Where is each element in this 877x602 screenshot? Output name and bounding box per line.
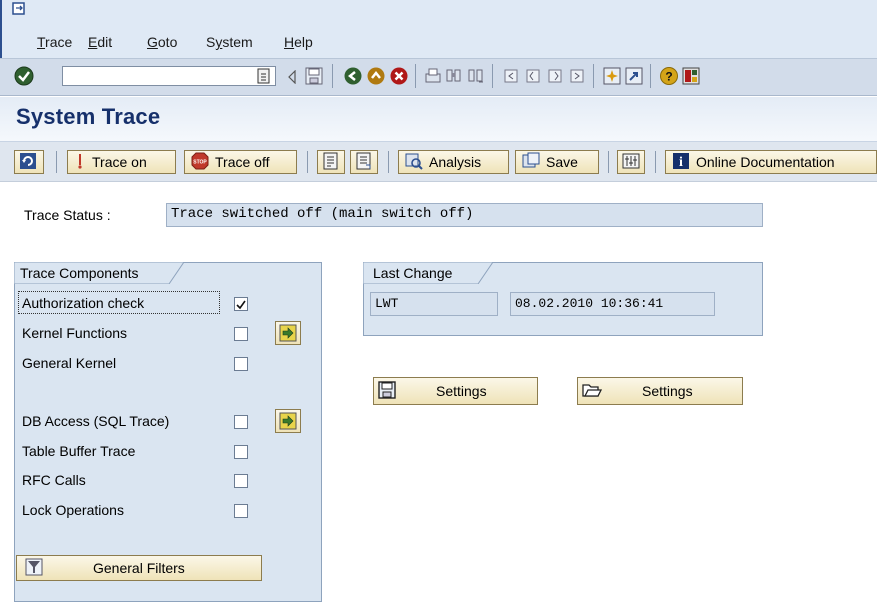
next-page-icon[interactable] (546, 67, 564, 85)
last-change-title: Last Change (373, 265, 453, 281)
window-edge (0, 0, 2, 58)
analysis-button[interactable]: Analysis (398, 150, 509, 174)
trace-on-button[interactable]: Trace on (67, 150, 176, 174)
checkbox-kernel-functions[interactable] (234, 327, 248, 341)
find-next-icon[interactable] (467, 67, 485, 85)
menu-expand-icon[interactable] (12, 2, 26, 16)
filter-icon (25, 558, 43, 579)
command-history-icon[interactable] (256, 67, 272, 85)
save-icon[interactable] (305, 67, 323, 85)
shortcut-icon[interactable] (625, 67, 643, 85)
online-documentation-label: Online Documentation (696, 154, 835, 170)
previous-page-icon[interactable] (524, 67, 542, 85)
component-label-lock-operations: Lock Operations (22, 502, 124, 518)
menu-system[interactable]: System (206, 34, 253, 50)
trace-on-label: Trace on (92, 154, 147, 170)
save-settings-label: Settings (436, 383, 487, 399)
checkbox-lock-operations[interactable] (234, 504, 248, 518)
checkbox-rfc-calls[interactable] (234, 474, 248, 488)
back-arrow-icon[interactable] (287, 69, 297, 85)
save-button[interactable]: Save (515, 150, 599, 174)
create-session-icon[interactable] (603, 67, 621, 85)
component-label-authorization: Authorization check (22, 295, 145, 311)
save-label: Save (546, 154, 578, 170)
checkbox-general-kernel[interactable] (234, 357, 248, 371)
trace-components-title: Trace Components (20, 265, 139, 281)
customize-layout-icon[interactable] (682, 67, 700, 85)
component-label-rfc-calls: RFC Calls (22, 472, 86, 488)
general-filters-label: General Filters (93, 560, 185, 576)
toolbar-separator (56, 151, 57, 173)
info-icon: i (672, 152, 690, 173)
toolbar-separator (593, 64, 594, 88)
checkbox-authorization-check[interactable] (234, 297, 248, 311)
back-icon[interactable] (344, 67, 362, 85)
stop-icon: STOP (191, 152, 209, 173)
open-settings-button[interactable]: Settings (577, 377, 743, 405)
menu-trace[interactable]: Trace (37, 34, 72, 50)
document-icon (355, 152, 373, 173)
help-icon[interactable]: ? (660, 67, 678, 85)
component-label-db-access: DB Access (SQL Trace) (22, 413, 170, 429)
kernel-functions-details-button[interactable] (275, 321, 301, 345)
refresh-button[interactable] (14, 150, 44, 174)
toolbar-separator (388, 151, 389, 173)
arrow-right-icon (279, 324, 297, 342)
toolbar-separator (332, 64, 333, 88)
save-settings-button[interactable]: Settings (373, 377, 538, 405)
config-icon (622, 152, 640, 173)
component-label-kernel-functions: Kernel Functions (22, 325, 128, 341)
trace-off-button[interactable]: STOP Trace off (184, 150, 297, 174)
refresh-icon (19, 152, 37, 173)
toolbar-separator (307, 151, 308, 173)
toolbar-separator (655, 151, 656, 173)
svg-text:?: ? (665, 70, 672, 84)
display-trace-button[interactable] (317, 150, 345, 174)
component-label-table-buffer: Table Buffer Trace (22, 443, 136, 459)
menu-help[interactable]: Help (284, 34, 313, 50)
toolbar-separator (608, 151, 609, 173)
db-access-details-button[interactable] (275, 409, 301, 433)
menu-goto[interactable]: Goto (147, 34, 177, 50)
trace-off-label: Trace off (215, 154, 270, 170)
save-icon (378, 380, 396, 402)
checkbox-db-access[interactable] (234, 415, 248, 429)
toolbar-separator (650, 64, 651, 88)
cancel-icon[interactable] (390, 67, 408, 85)
svg-text:STOP: STOP (193, 159, 207, 165)
toolbar-separator (492, 64, 493, 88)
print-icon[interactable] (424, 67, 442, 85)
analysis-icon (405, 152, 423, 173)
online-documentation-button[interactable]: i Online Documentation (665, 150, 877, 174)
checkbox-table-buffer-trace[interactable] (234, 445, 248, 459)
general-filters-button[interactable]: General Filters (16, 555, 262, 581)
arrow-right-icon (279, 412, 297, 430)
enter-icon[interactable] (14, 66, 34, 86)
trace-status-field: Trace switched off (main switch off) (166, 203, 763, 227)
filter-config-button[interactable] (617, 150, 645, 174)
display-list-button[interactable] (350, 150, 378, 174)
last-change-user-field: LWT (370, 292, 498, 316)
find-icon[interactable] (445, 67, 463, 85)
analysis-label: Analysis (429, 154, 482, 170)
command-field[interactable] (62, 66, 276, 86)
last-page-icon[interactable] (568, 67, 586, 85)
page-title: System Trace (16, 104, 161, 129)
open-folder-icon (582, 381, 603, 402)
trace-status-label: Trace Status : (24, 207, 111, 223)
svg-text:i: i (679, 155, 683, 170)
save-settings-icon (522, 152, 540, 173)
toolbar-separator (415, 64, 416, 88)
last-change-datetime-field: 08.02.2010 10:36:41 (510, 292, 715, 316)
menu-edit[interactable]: Edit (88, 34, 112, 50)
list-icon (322, 152, 340, 173)
exit-icon[interactable] (367, 67, 385, 85)
open-settings-label: Settings (642, 383, 693, 399)
first-page-icon[interactable] (502, 67, 520, 85)
component-label-general-kernel: General Kernel (22, 355, 117, 371)
trace-on-icon (74, 152, 86, 173)
menu-bar (0, 0, 877, 58)
